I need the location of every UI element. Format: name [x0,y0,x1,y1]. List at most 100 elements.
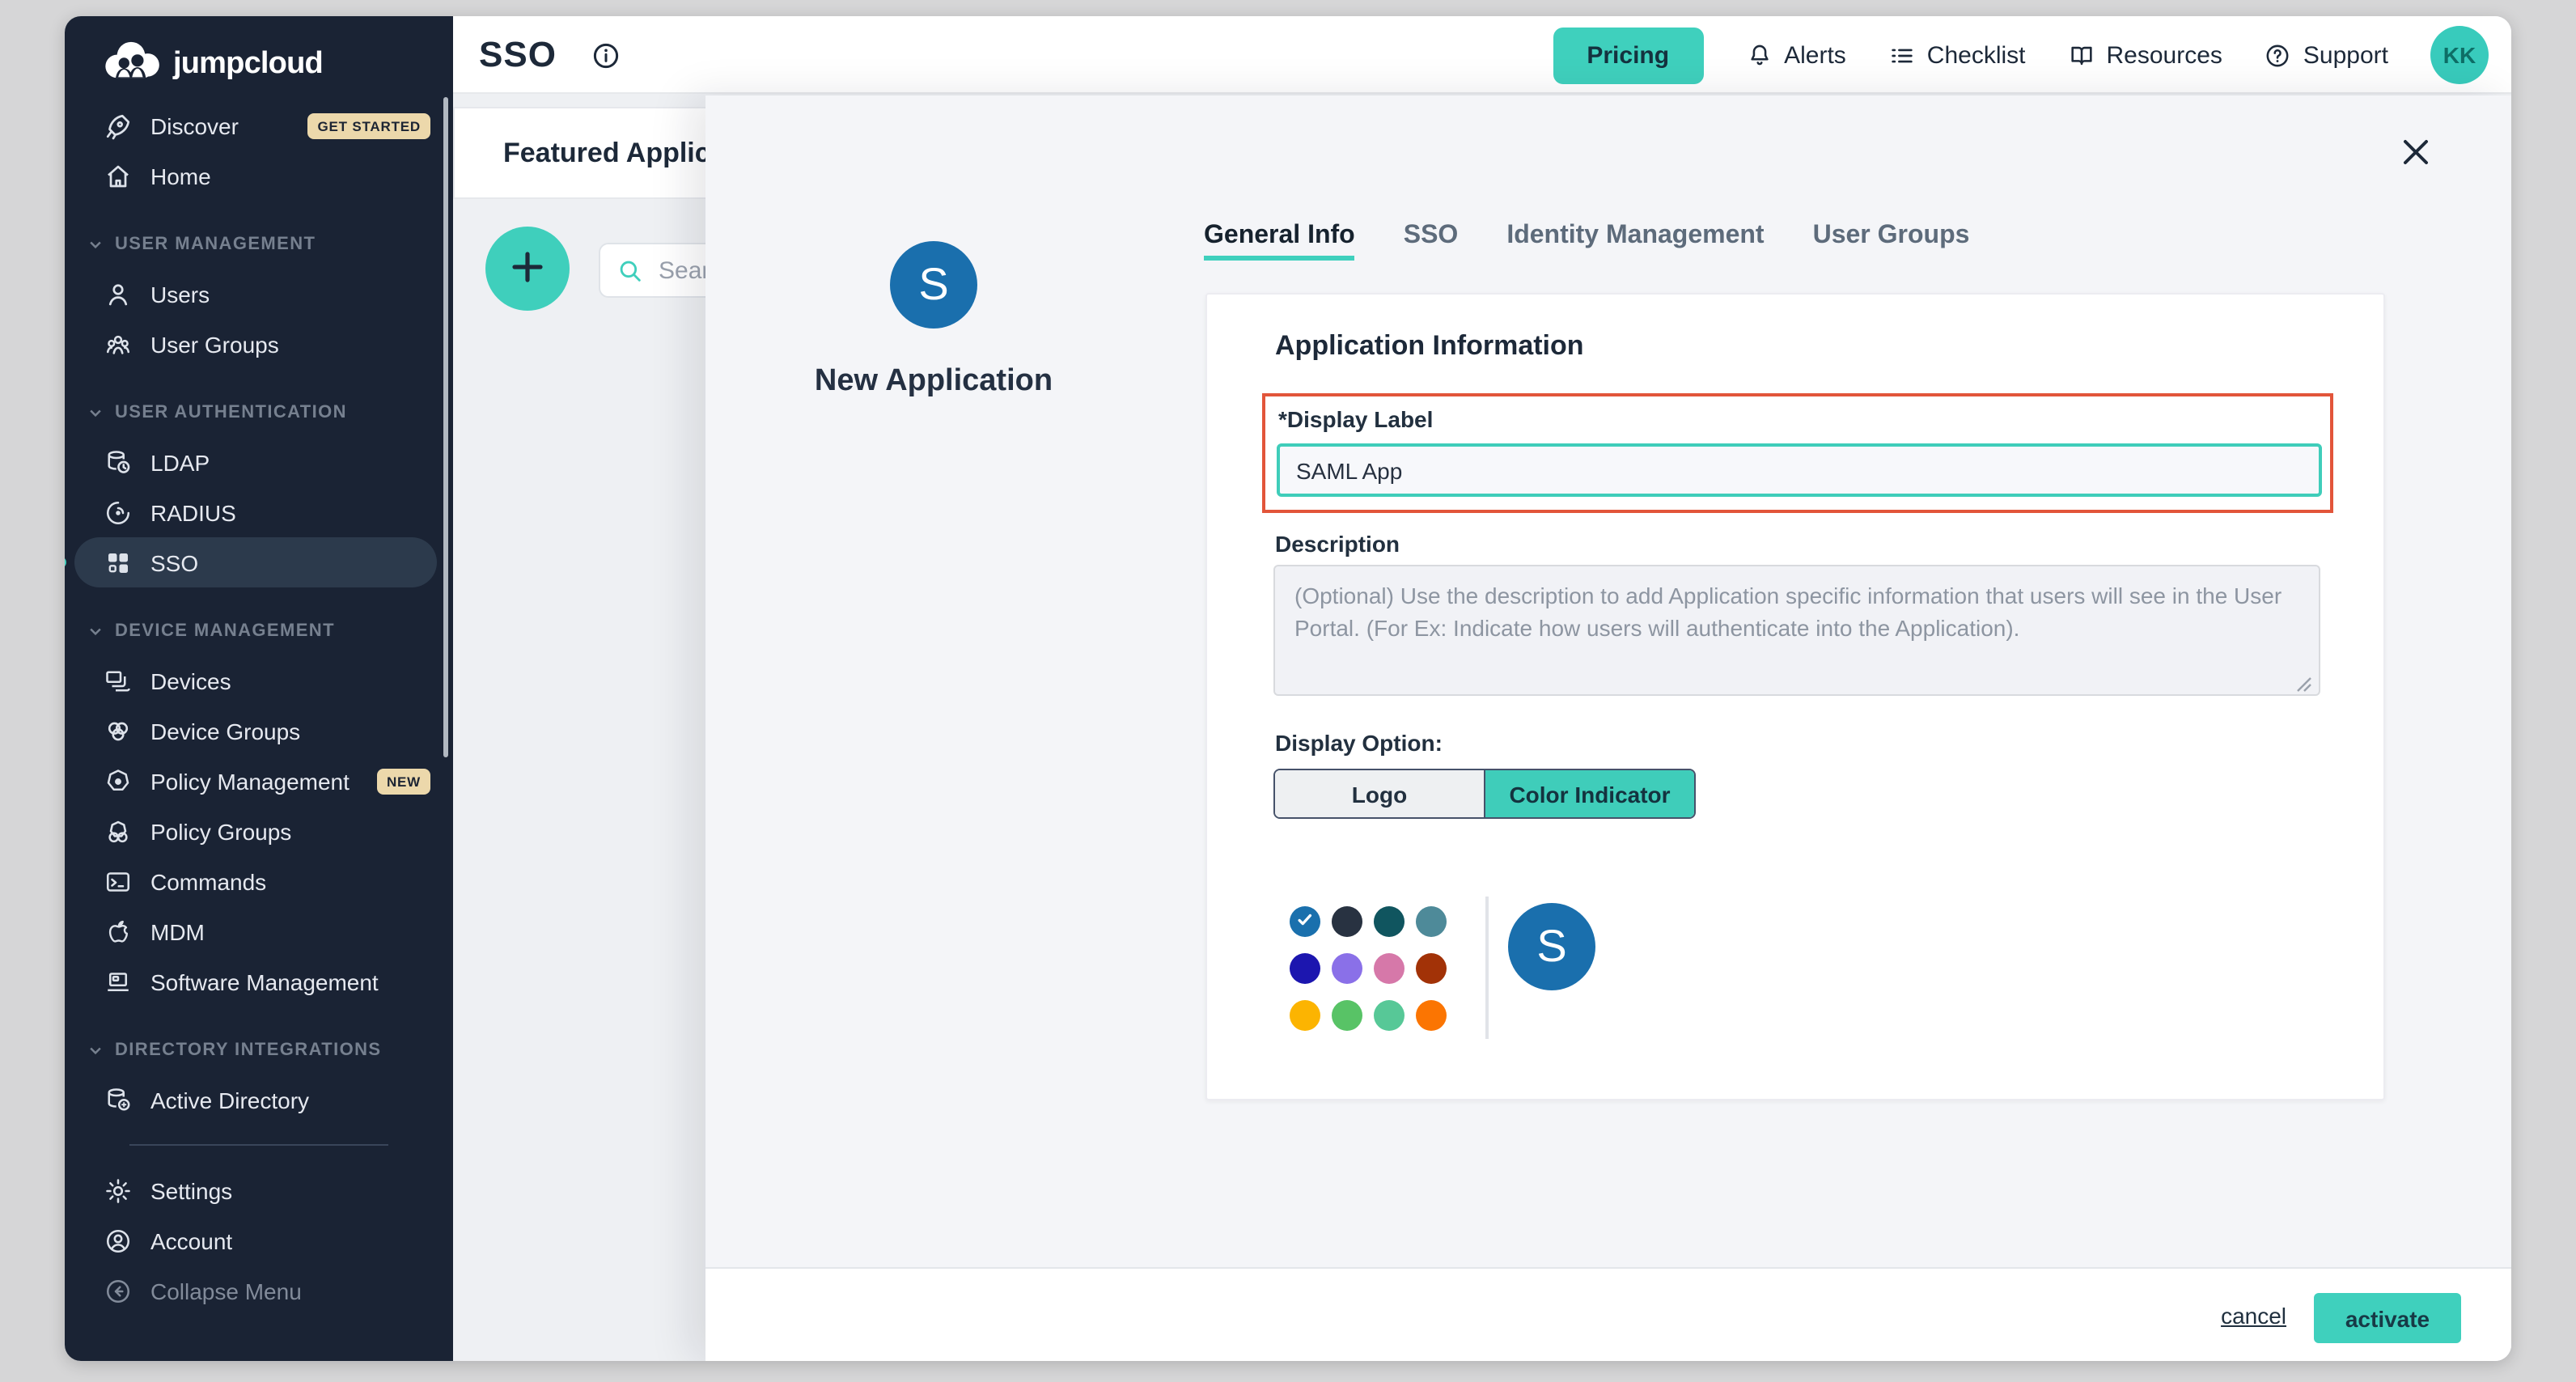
get-started-badge: GET STARTED [308,112,431,138]
ldap-database-icon [104,447,133,477]
account-icon [104,1226,133,1255]
color-swatch[interactable] [1374,1000,1405,1031]
sidebar-item-ldap[interactable]: LDAP [65,437,453,487]
sidebar-item-users[interactable]: Users [65,269,453,319]
device-groups-icon [104,716,133,745]
sidebar-item-label: SSO [150,549,198,575]
close-button[interactable] [2396,133,2435,172]
support-button[interactable]: Support [2265,41,2388,69]
sidebar-item-software-management[interactable]: Software Management [65,956,453,1007]
sidebar-item-account[interactable]: Account [65,1215,453,1265]
sidebar-item-radius[interactable]: RADIUS [65,487,453,537]
policy-management-icon [104,766,133,795]
add-application-button[interactable] [485,227,570,311]
color-swatch-selected[interactable] [1290,906,1320,937]
sidebar-item-label: Discover [150,112,239,138]
color-swatch[interactable] [1332,1000,1362,1031]
tab-user-groups[interactable]: User Groups [1813,222,1970,261]
gear-icon [104,1176,133,1205]
sidebar-item-device-groups[interactable]: Device Groups [65,706,453,756]
modal-footer: cancel activate [705,1267,2511,1361]
sidebar-item-label: LDAP [150,449,210,475]
color-swatch[interactable] [1374,953,1405,984]
color-swatch[interactable] [1290,1000,1320,1031]
search-icon [616,256,644,284]
devices-icon [104,666,133,695]
home-icon [104,161,133,190]
activate-button[interactable]: activate [2314,1293,2461,1343]
sidebar-divider [129,1144,388,1146]
checklist-label: Checklist [1927,41,2026,69]
info-icon[interactable] [591,40,621,71]
app-window: jumpcloud Discover GET STARTED Home [65,16,2511,1361]
sidebar-item-commands[interactable]: Commands [65,856,453,906]
alerts-button[interactable]: Alerts [1745,41,1846,69]
sidebar-item-sso[interactable]: SSO [74,537,437,587]
sidebar-item-policy-management[interactable]: Policy Management NEW [65,756,453,806]
color-swatch[interactable] [1332,953,1362,984]
sidebar-item-label: Collapse Menu [150,1278,302,1304]
sidebar-item-policy-groups[interactable]: Policy Groups [65,806,453,856]
color-palette [1290,906,1447,1031]
resources-button[interactable]: Resources [2068,41,2222,69]
section-user-management[interactable]: USER MANAGEMENT [65,220,453,269]
plus-icon [508,247,547,290]
color-swatch[interactable] [1374,906,1405,937]
display-label-label: *Display Label [1278,406,1433,432]
section-title: DIRECTORY INTEGRATIONS [115,1041,381,1060]
user-group-icon [104,329,133,358]
sidebar-item-collapse-menu[interactable]: Collapse Menu [65,1265,453,1316]
cancel-link[interactable]: cancel [2221,1303,2286,1329]
apple-icon [104,917,133,946]
display-label-input[interactable] [1277,443,2322,497]
sidebar-item-label: Software Management [150,969,379,994]
section-user-authentication[interactable]: USER AUTHENTICATION [65,388,453,437]
sidebar-item-mdm[interactable]: MDM [65,906,453,956]
chevron-down-icon [87,1042,104,1058]
modal-tabs: General Info SSO Identity Management Use… [1204,222,1969,261]
sidebar-item-label: Active Directory [150,1087,309,1113]
sidebar-item-home[interactable]: Home [65,150,453,201]
radius-icon [104,498,133,527]
color-swatch[interactable] [1332,906,1362,937]
sidebar-item-devices[interactable]: Devices [65,655,453,706]
description-textarea[interactable] [1273,565,2320,696]
section-title: USER MANAGEMENT [115,235,316,254]
display-label-highlight-box: *Display Label [1262,393,2333,513]
close-icon [2396,152,2435,176]
color-swatch[interactable] [1416,1000,1447,1031]
color-indicator-option[interactable]: Color Indicator [1485,770,1694,817]
checklist-button[interactable]: Checklist [1888,41,2026,69]
sidebar-item-user-groups[interactable]: User Groups [65,319,453,369]
sidebar-item-label: Devices [150,668,231,693]
tab-identity-management[interactable]: Identity Management [1506,222,1764,261]
tab-general-info[interactable]: General Info [1204,222,1355,261]
color-swatch[interactable] [1416,953,1447,984]
section-device-management[interactable]: DEVICE MANAGEMENT [65,607,453,655]
support-label: Support [2303,41,2388,69]
active-indicator-dot [65,557,66,568]
collapse-arrow-icon [104,1276,133,1305]
sidebar-item-label: MDM [150,918,205,944]
jumpcloud-logo[interactable]: jumpcloud [100,39,323,89]
sidebar-scrollbar[interactable] [443,97,448,757]
policy-groups-icon [104,816,133,846]
tab-sso[interactable]: SSO [1404,222,1459,261]
section-title: DEVICE MANAGEMENT [115,621,335,641]
sidebar-item-settings[interactable]: Settings [65,1165,453,1215]
color-swatch[interactable] [1290,953,1320,984]
software-icon [104,967,133,996]
pricing-button[interactable]: Pricing [1553,27,1703,83]
sidebar-item-label: Commands [150,868,266,894]
sidebar-item-discover[interactable]: Discover GET STARTED [65,100,453,150]
book-icon [2068,41,2095,69]
display-option-toggle: Logo Color Indicator [1273,769,1696,819]
sidebar-item-label: Settings [150,1177,232,1203]
color-swatch[interactable] [1416,906,1447,937]
logo-option[interactable]: Logo [1275,770,1485,817]
palette-divider [1485,897,1489,1039]
section-directory-integrations[interactable]: DIRECTORY INTEGRATIONS [65,1026,453,1075]
user-avatar[interactable]: KK [2430,26,2489,84]
sidebar-item-active-directory[interactable]: Active Directory [65,1075,453,1125]
app-avatar: S [890,241,977,329]
